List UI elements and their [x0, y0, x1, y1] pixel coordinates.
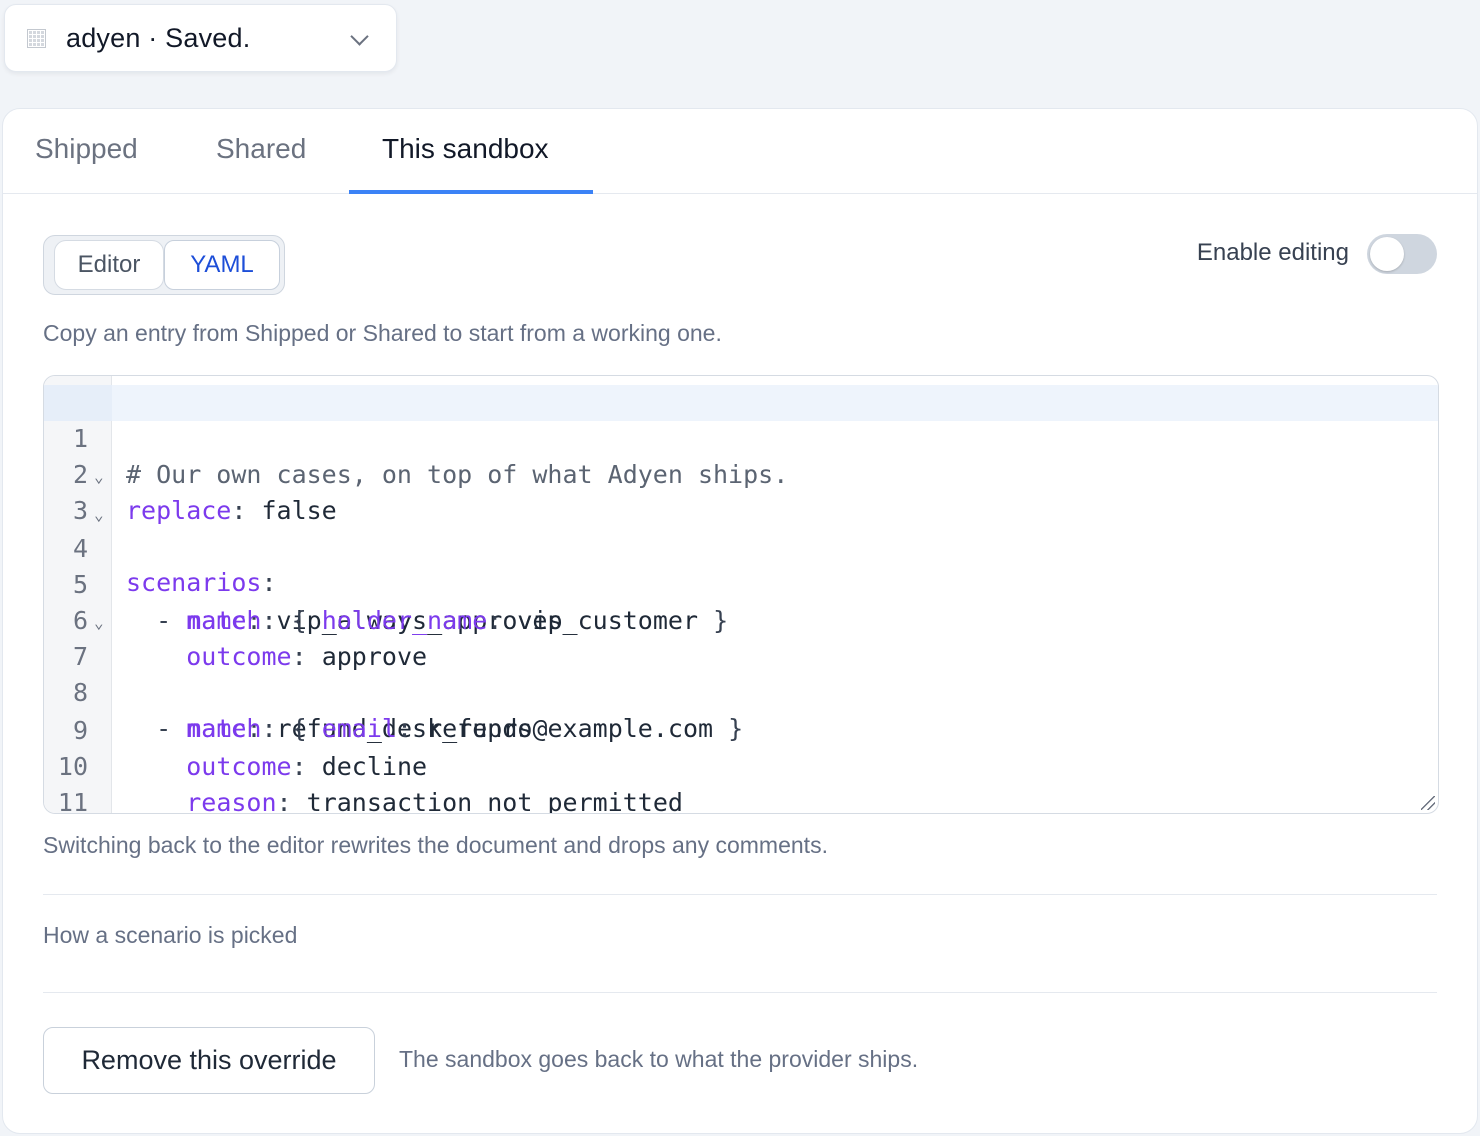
- overrides-card: Shipped Shared This sandbox Editor YAML …: [2, 108, 1478, 1134]
- enable-editing-toggle[interactable]: [1367, 234, 1437, 274]
- toggle-knob: [1370, 237, 1404, 271]
- mode-option-editor[interactable]: Editor: [54, 240, 164, 290]
- fold-chevron-icon[interactable]: ⌄: [94, 459, 104, 495]
- resize-handle-icon[interactable]: [1421, 796, 1435, 810]
- scenario-picking-section[interactable]: How a scenario is picked: [43, 922, 297, 949]
- tab-shipped[interactable]: Shipped: [35, 133, 138, 165]
- code-line: 1 # Our own cases, on top of what Adyen …: [44, 385, 1438, 489]
- enable-editing-label: Enable editing: [1196, 239, 1349, 266]
- code-line: 10 reason: transaction_not_permitted: [44, 713, 1438, 813]
- divider: [43, 894, 1437, 895]
- grid-icon: [27, 28, 46, 48]
- code-line: 4 ⌄ - name: vip_always_approves: [44, 495, 1438, 635]
- chevron-down-icon[interactable]: [350, 27, 369, 46]
- tab-this-sandbox[interactable]: This sandbox: [382, 133, 549, 165]
- mode-option-yaml[interactable]: YAML: [164, 240, 280, 290]
- copy-hint: Copy an entry from Shipped or Shared to …: [43, 320, 722, 346]
- divider: [43, 992, 1437, 993]
- code-line: 6 outcome: approve: [44, 567, 1438, 671]
- editor-switch-warning: Switching back to the editor rewrites th…: [43, 832, 828, 858]
- tab-shared[interactable]: Shared: [216, 133, 306, 165]
- active-tab-indicator: [349, 190, 593, 194]
- sandbox-picker-label: adyen · Saved.: [66, 22, 251, 53]
- code-line: 3 ⌄ scenarios:: [44, 457, 1438, 597]
- line-number: 11: [57, 788, 88, 814]
- code-line: 2 replace: false: [44, 421, 1438, 525]
- code-line: 5 match: { holder_name: vip_customer }: [44, 531, 1438, 635]
- yaml-colon: :: [276, 788, 292, 814]
- mode-switch: Editor YAML: [43, 235, 285, 295]
- code-line: 9 outcome: decline: [44, 677, 1438, 781]
- yaml-value: transaction_not_permitted: [291, 788, 683, 814]
- remove-override-button[interactable]: Remove this override: [43, 1027, 375, 1094]
- fold-chevron-icon[interactable]: ⌄: [94, 605, 104, 641]
- sandbox-picker[interactable]: adyen · Saved.: [4, 4, 397, 72]
- code-line: 11: [44, 749, 1438, 813]
- code-line: 8 match: { email: refunds@example.com }: [44, 639, 1438, 743]
- remove-override-note: The sandbox goes back to what the provid…: [399, 1046, 919, 1072]
- yaml-editor[interactable]: 1 # Our own cases, on top of what Adyen …: [43, 375, 1439, 814]
- code-line: 7 ⌄ - name: refund_desk_repro: [44, 603, 1438, 743]
- tab-bar: Shipped Shared This sandbox: [3, 109, 1477, 194]
- yaml-key: reason: [186, 788, 277, 814]
- fold-chevron-icon[interactable]: ⌄: [94, 497, 104, 533]
